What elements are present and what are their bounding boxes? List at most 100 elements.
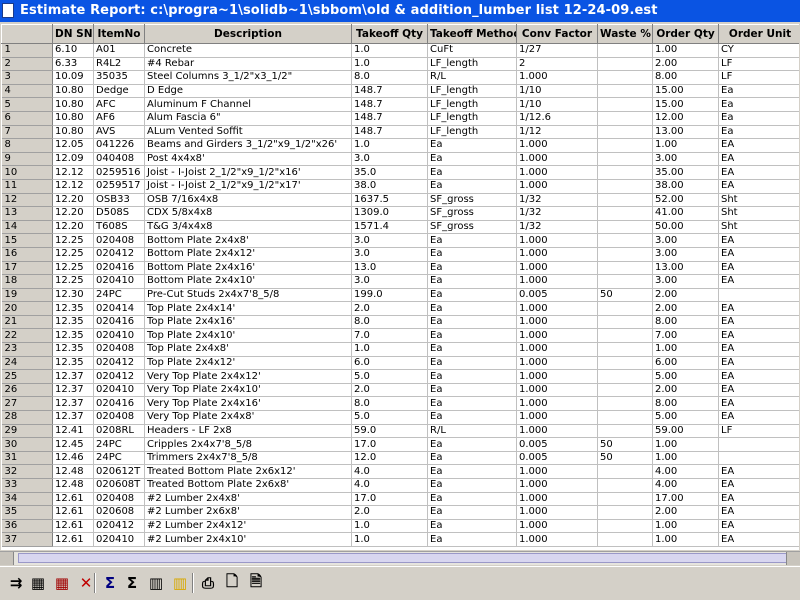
table-cell[interactable]: Very Top Plate 2x4x10' [144, 383, 352, 398]
table-cell[interactable]: 1/12.6 [516, 111, 598, 126]
row-number[interactable]: 12 [1, 193, 53, 208]
column-header-9[interactable]: Order Unit [718, 24, 799, 44]
table-cell[interactable]: Dedge [93, 84, 145, 99]
table-cell[interactable]: 1.00 [652, 451, 719, 466]
table-cell[interactable]: 1/10 [516, 84, 598, 99]
table-cell[interactable]: 1.000 [516, 165, 598, 180]
table-cell[interactable] [718, 437, 799, 452]
table-cell[interactable]: 020410 [93, 328, 145, 344]
table-cell[interactable] [597, 519, 653, 534]
table-cell[interactable]: R/L [427, 424, 517, 439]
table-cell[interactable]: LF [718, 70, 799, 85]
table-cell[interactable]: 1.000 [516, 70, 598, 85]
table-cell[interactable]: 1.00 [652, 43, 719, 58]
table-cell[interactable]: 020416 [93, 261, 145, 276]
table-cell[interactable]: 12.35 [52, 342, 94, 357]
table-cell[interactable]: 020412 [93, 356, 145, 371]
table-cell[interactable]: Ea [427, 369, 517, 384]
sigma-total-icon[interactable]: Σ [122, 573, 142, 593]
table-cell[interactable]: Top Plate 2x4x14' [144, 301, 352, 316]
insert-row-icon[interactable]: ⇉ [6, 573, 26, 593]
table-row[interactable]: 31 12.46 24PC Trimmers 2x4x7'8_5/8 12.0 Ea 0.0… [1, 451, 799, 466]
table-cell[interactable]: EA [718, 478, 799, 493]
table-cell[interactable]: 0.005 [516, 437, 598, 452]
table-cell[interactable]: AVS [93, 125, 145, 140]
table-cell[interactable] [597, 233, 653, 248]
table-cell[interactable]: Ea [718, 111, 799, 126]
table-row[interactable]: 5 10.80 AFC Aluminum F Channel 148.7 LF_lengt… [1, 97, 799, 112]
table-cell[interactable]: 10.09 [52, 70, 94, 85]
table-cell[interactable] [597, 410, 653, 425]
table-cell[interactable]: 7.0 [351, 328, 428, 344]
row-number[interactable]: 37 [1, 532, 53, 547]
table-cell[interactable]: AF6 [93, 111, 145, 126]
table-cell[interactable]: Ea [718, 125, 799, 140]
table-cell[interactable]: 12.35 [52, 356, 94, 371]
table-cell[interactable]: 1.000 [516, 492, 598, 507]
table-cell[interactable] [718, 451, 799, 466]
table-cell[interactable]: 020408 [93, 492, 145, 507]
delete-icon[interactable]: ✕ [76, 573, 96, 593]
table-cell[interactable]: 12.12 [52, 165, 94, 180]
table-cell[interactable] [597, 383, 653, 398]
table-cell[interactable]: Ea [427, 478, 517, 493]
table-cell[interactable]: 7.00 [652, 328, 719, 344]
row-number[interactable]: 33 [1, 478, 53, 493]
table-cell[interactable]: 38.0 [351, 179, 428, 194]
table-cell[interactable]: EA [718, 152, 799, 167]
table-cell[interactable]: 1.000 [516, 328, 598, 344]
table-cell[interactable]: 15.00 [652, 97, 719, 112]
table-row[interactable]: 28 12.37 020408 Very Top Plate 2x4x8' 5.0 Ea 1… [1, 410, 799, 425]
table-cell[interactable]: 0.005 [516, 451, 598, 466]
table-cell[interactable]: 12.41 [52, 424, 94, 439]
table-cell[interactable]: 2.0 [351, 301, 428, 316]
table-row[interactable]: 10 12.12 0259516 Joist - I-Joist 2_1/2"x9_1… [1, 165, 799, 180]
table-cell[interactable]: 3.0 [351, 274, 428, 289]
table-row[interactable]: 21 12.35 020416 Top Plate 2x4x16' 8.0 Ea 1.000… [1, 315, 799, 330]
table-cell[interactable]: Ea [427, 247, 517, 262]
table-cell[interactable]: 12.0 [351, 451, 428, 466]
table-row[interactable]: 7 10.80 AVS ALum Vented Soffit 148.7 LF_lengt… [1, 125, 799, 140]
row-number[interactable]: 30 [1, 437, 53, 452]
table-cell[interactable]: 10.80 [52, 97, 94, 112]
table-cell[interactable]: 50 [597, 451, 653, 466]
table-cell[interactable]: Very Top Plate 2x4x12' [144, 369, 352, 384]
table-row[interactable]: 23 12.35 020408 Top Plate 2x4x8' 1.0 Ea 1.000 1… [1, 342, 799, 357]
table-row[interactable]: 16 12.25 020412 Bottom Plate 2x4x12' 3.0 Ea 1.… [1, 247, 799, 262]
table-cell[interactable]: 148.7 [351, 84, 428, 99]
table-cell[interactable]: #4 Rebar [144, 57, 352, 72]
column-header-8[interactable]: Order Qty [652, 24, 719, 44]
row-number[interactable]: 13 [1, 206, 53, 221]
table-cell[interactable]: CY [718, 43, 799, 58]
row-number[interactable]: 26 [1, 383, 53, 398]
table-cell[interactable] [718, 288, 799, 303]
table-cell[interactable]: 6.33 [52, 57, 94, 72]
table-cell[interactable]: 50 [597, 437, 653, 452]
table-cell[interactable]: 24PC [93, 288, 145, 303]
table-row[interactable]: 4 10.80 Dedge D Edge 148.7 LF_length 1/10 15.00… [1, 84, 799, 99]
table-cell[interactable]: D Edge [144, 84, 352, 99]
table-cell[interactable]: 020608T [93, 478, 145, 493]
row-number[interactable]: 18 [1, 274, 53, 289]
table-row[interactable]: 22 12.35 020410 Top Plate 2x4x10' 7.0 Ea 1.000… [1, 328, 799, 344]
table-cell[interactable]: 020416 [93, 315, 145, 330]
table-cell[interactable]: SF_gross [427, 220, 517, 235]
table-cell[interactable]: 12.35 [52, 328, 94, 344]
table-cell[interactable]: 12.25 [52, 247, 94, 262]
table-cell[interactable]: 12.00 [652, 111, 719, 126]
column-header-7[interactable]: Waste % [597, 24, 653, 44]
table-cell[interactable]: 8.00 [652, 315, 719, 330]
table-cell[interactable]: 3.0 [351, 152, 428, 167]
table-cell[interactable]: 12.09 [52, 152, 94, 167]
table-cell[interactable]: 1/32 [516, 193, 598, 208]
row-number[interactable]: 31 [1, 451, 53, 466]
table-cell[interactable]: Joist - I-Joist 2_1/2"x9_1/2"x17' [144, 179, 352, 194]
table-cell[interactable]: Sht [718, 206, 799, 221]
table-cell[interactable]: #2 Lumber 2x4x8' [144, 492, 352, 507]
row-number[interactable]: 2 [1, 57, 53, 72]
table-cell[interactable]: 6.0 [351, 356, 428, 371]
column-header-3[interactable]: Description [144, 24, 352, 44]
table-cell[interactable]: 1.0 [351, 519, 428, 534]
row-number[interactable]: 8 [1, 138, 53, 153]
table-cell[interactable]: 50 [597, 288, 653, 303]
